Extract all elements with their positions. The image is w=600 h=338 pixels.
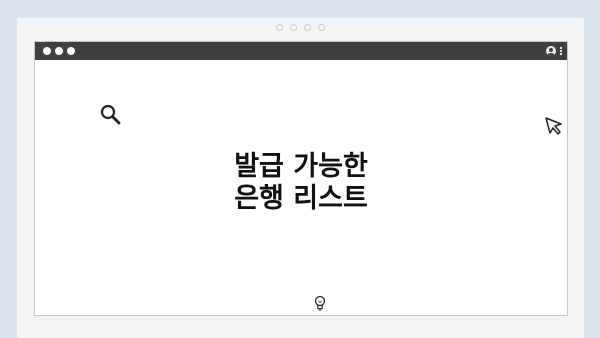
frame-dot — [318, 24, 325, 31]
lightbulb-icon — [314, 295, 326, 311]
frame-dot — [304, 24, 311, 31]
frame-dot — [276, 24, 283, 31]
minimize-dot-icon[interactable] — [55, 47, 63, 55]
close-dot-icon[interactable] — [43, 47, 51, 55]
user-icon[interactable] — [546, 46, 556, 56]
title-line-1: 발급 가능한 — [234, 151, 368, 182]
window-controls — [43, 47, 75, 55]
search-icon — [100, 104, 121, 125]
page-title: 발급 가능한 은행 리스트 — [35, 151, 567, 215]
kebab-menu-icon[interactable] — [560, 47, 562, 55]
cursor-arrow-icon — [545, 117, 562, 135]
frame-dot — [290, 24, 297, 31]
title-line-2: 은행 리스트 — [234, 183, 368, 214]
titlebar-actions — [546, 45, 562, 57]
browser-window: 발급 가능한 은행 리스트 — [34, 41, 568, 316]
maximize-dot-icon[interactable] — [67, 47, 75, 55]
window-titlebar — [35, 42, 567, 60]
outer-frame: 발급 가능한 은행 리스트 — [17, 18, 584, 338]
frame-dots — [17, 24, 584, 31]
